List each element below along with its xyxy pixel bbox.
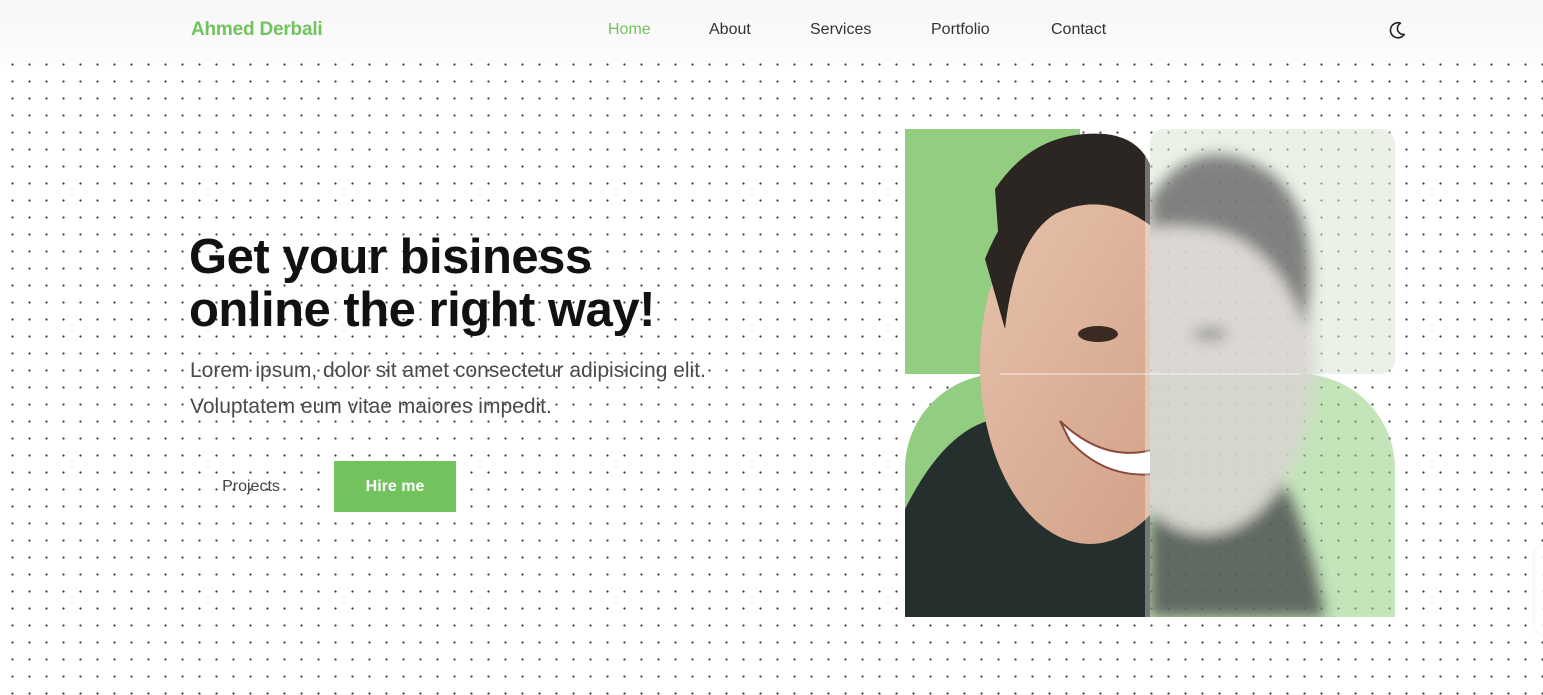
profile-portrait-image [905, 129, 1395, 617]
hero-headline: Get your bisiness online the right way! [189, 231, 655, 337]
moon-icon[interactable] [1385, 18, 1409, 42]
nav-link-about[interactable]: About [709, 21, 751, 39]
nav-link-contact[interactable]: Contact [1051, 21, 1106, 39]
logo[interactable]: Ahmed Derbali [191, 19, 323, 41]
projects-button[interactable]: Projects [190, 461, 312, 512]
hero-headline-line-1: Get your bisiness [189, 230, 592, 284]
hero-headline-line-2: online the right way! [189, 283, 655, 337]
nav-link-home[interactable]: Home [608, 21, 651, 39]
hero-description-line-2: Voluptatem eum vitae maiores impedit. [190, 395, 552, 418]
hero-description: Lorem ipsum, dolor sit amet consectetur … [190, 353, 810, 425]
hero-description-line-1: Lorem ipsum, dolor sit amet consectetur … [190, 359, 706, 382]
nav-link-portfolio[interactable]: Portfolio [931, 21, 990, 39]
nav-link-services[interactable]: Services [810, 21, 871, 39]
navbar: Ahmed Derbali Home About Services Portfo… [0, 0, 1543, 60]
hire-me-button[interactable]: Hire me [334, 461, 456, 512]
scroll-indicator[interactable] [1535, 545, 1543, 635]
